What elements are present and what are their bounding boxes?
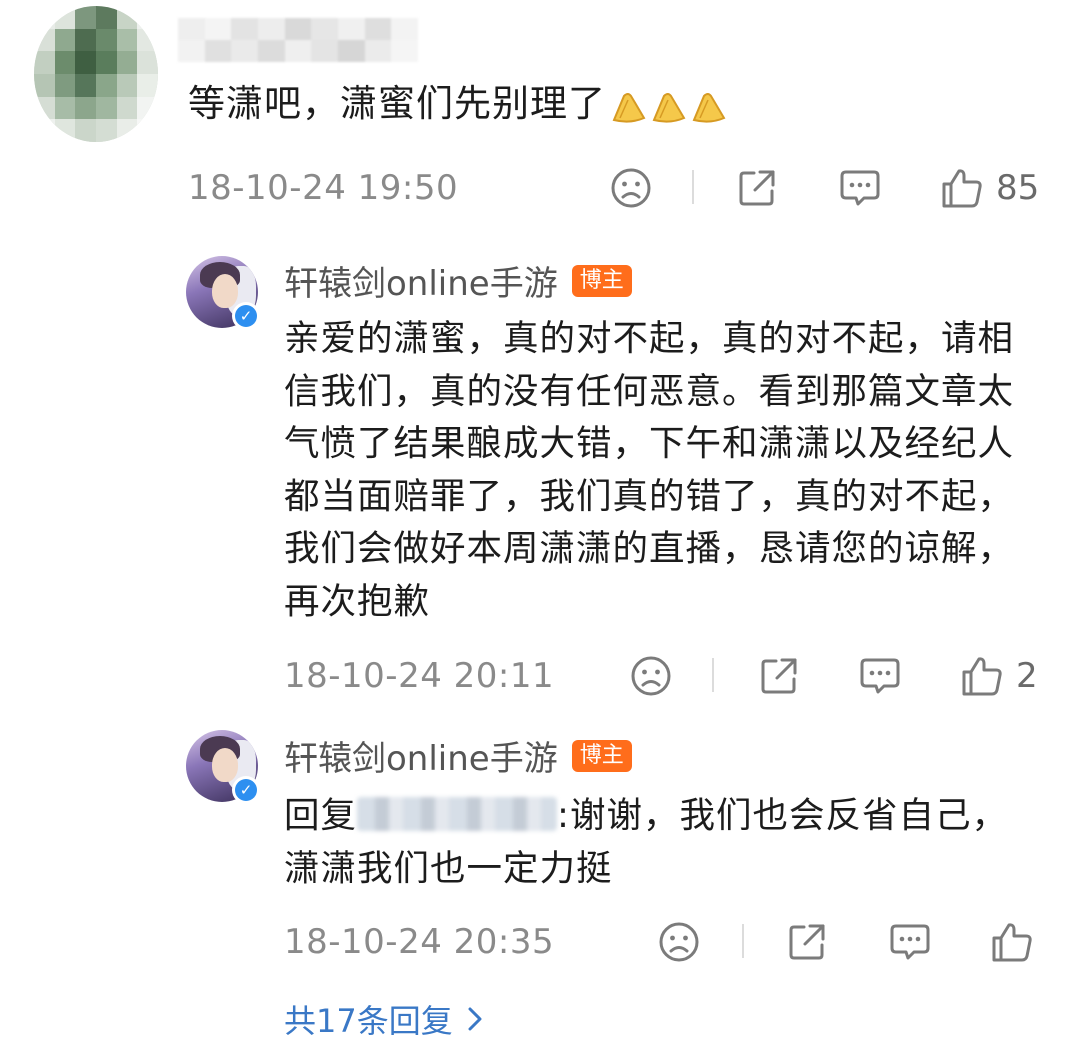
like-count: 2 [1016, 656, 1038, 696]
comment-button[interactable] [838, 164, 882, 212]
chevron-right-icon [468, 1007, 482, 1031]
reply-text: 亲爱的潇蜜，真的对不起，真的对不起，请相信我们，真的没有任何恶意。看到那篇文章太… [284, 318, 1015, 622]
mention-blurred[interactable] [357, 797, 558, 831]
comment-icon [890, 924, 930, 960]
share-icon [761, 658, 797, 694]
verified-badge-icon: ✓ [232, 776, 260, 804]
comment-text-content: 等潇吧，潇蜜们先别理了 [188, 82, 606, 125]
reply-time: 18-10-24 20:11 [284, 656, 555, 696]
blogger-badge: 博主 [571, 739, 632, 772]
like-button[interactable]: 85 [940, 164, 1039, 212]
share-icon [789, 924, 825, 960]
dislike-button[interactable] [630, 652, 672, 700]
comment-text: 等潇吧，潇蜜们先别理了 [188, 78, 730, 132]
comment-icon [840, 170, 880, 206]
comment-meta: 18-10-24 19:50 85 [188, 164, 1048, 212]
more-replies-label: 共17条回复 [284, 1002, 453, 1040]
reply-author[interactable]: 轩辕剑online手游 博主 [284, 256, 632, 305]
reply-prefix: 回复 [284, 795, 358, 836]
like-button[interactable] [990, 918, 1034, 966]
divider [712, 658, 714, 692]
blogger-badge: 博主 [571, 264, 632, 297]
share-icon [739, 170, 775, 206]
verified-badge-icon: ✓ [232, 302, 260, 330]
comment-time: 18-10-24 19:50 [188, 168, 459, 208]
sad-face-icon [611, 168, 651, 208]
thumbs-up-icon [992, 923, 1032, 962]
avatar-mosaic [34, 6, 158, 142]
thumbs-up-icon [962, 657, 1002, 696]
comment-button[interactable] [888, 918, 932, 966]
share-button[interactable] [758, 652, 800, 700]
dislike-button[interactable] [658, 918, 700, 966]
author-name[interactable]: 轩辕剑online手游 [284, 256, 558, 305]
reply-author[interactable]: 轩辕剑online手游 博主 [284, 731, 632, 780]
reply-text: 回复:谢谢，我们也会反省自己，潇潇我们也一定力挺 [284, 790, 1044, 895]
view-more-replies-link[interactable]: 共17条回复 [284, 996, 483, 1042]
clapping-hands-emoji [610, 80, 730, 132]
avatar[interactable] [34, 6, 158, 142]
share-button[interactable] [736, 164, 778, 212]
reply-meta: 18-10-24 20:11 2 [284, 652, 1048, 700]
like-count: 85 [996, 168, 1040, 208]
comment-button[interactable] [858, 652, 902, 700]
comment-icon [860, 658, 900, 694]
like-button[interactable]: 2 [960, 652, 1038, 700]
sad-face-icon [631, 656, 671, 696]
sad-face-icon [659, 922, 699, 962]
author-name[interactable]: 轩辕剑online手游 [284, 731, 558, 780]
username-blurred[interactable] [178, 18, 418, 62]
main-comment: 等潇吧，潇蜜们先别理了 18-10-24 19:50 85 [0, 0, 1079, 230]
share-button[interactable] [786, 918, 828, 966]
divider [692, 170, 694, 204]
divider [742, 924, 744, 958]
thumbs-up-icon [942, 169, 982, 208]
reply-time: 18-10-24 20:35 [284, 922, 555, 962]
reply-meta: 18-10-24 20:35 [284, 918, 1048, 966]
dislike-button[interactable] [610, 164, 652, 212]
